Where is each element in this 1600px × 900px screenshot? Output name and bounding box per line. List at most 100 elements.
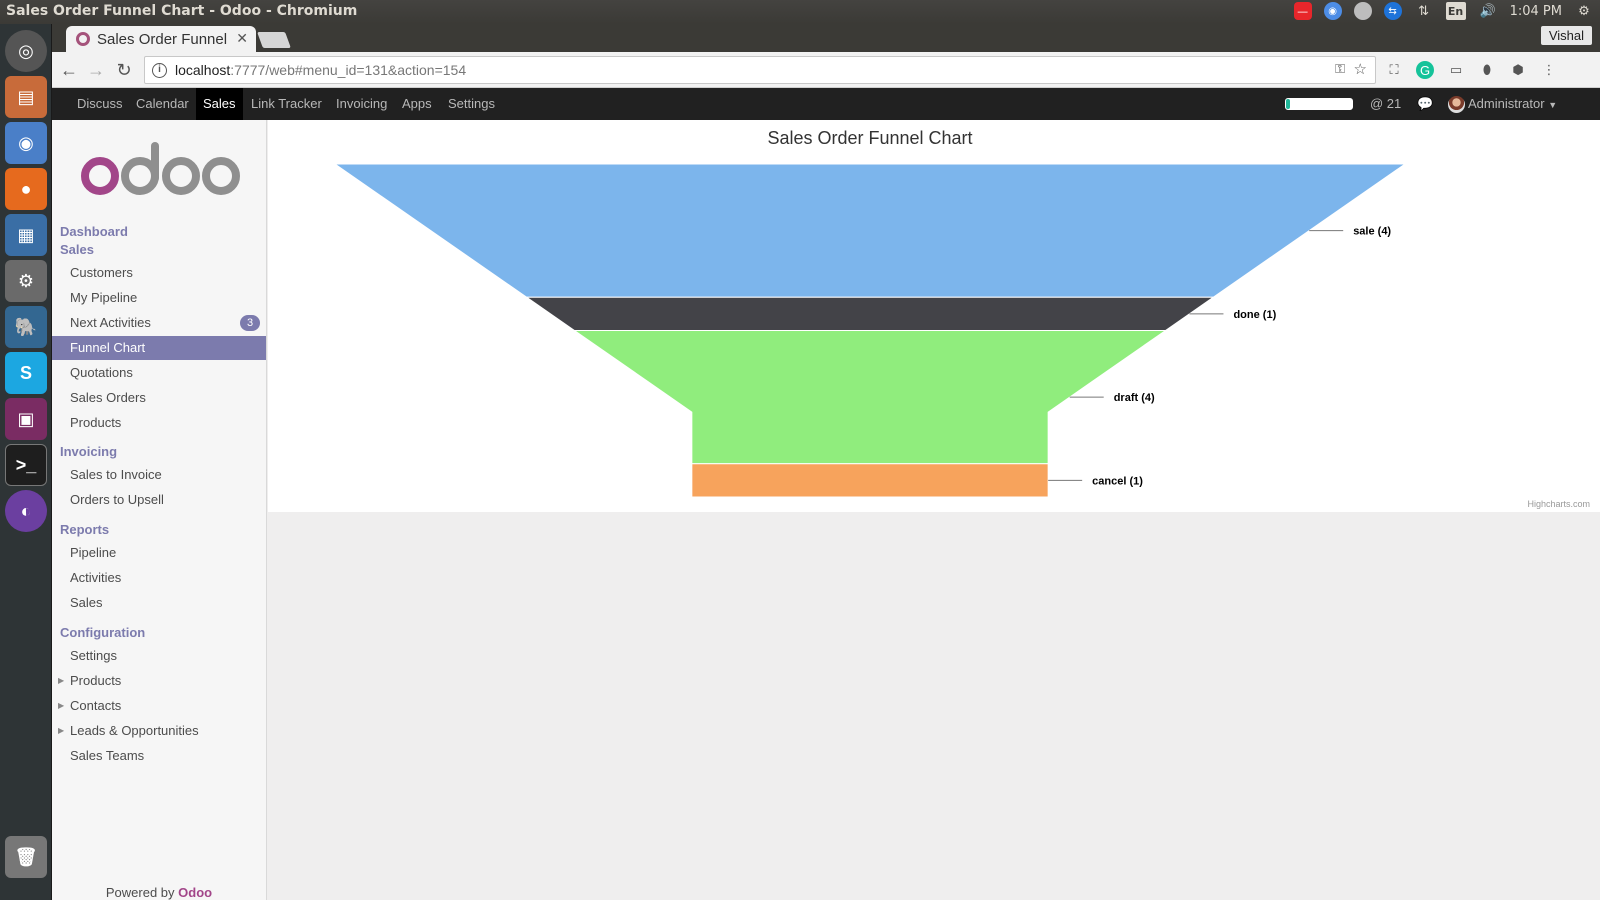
writer-icon[interactable]: ▦ <box>5 214 47 256</box>
powered-by-link[interactable]: Odoo <box>178 885 212 900</box>
keyboard-layout-icon[interactable]: En <box>1445 2 1466 20</box>
browser-tab[interactable]: Sales Order Funnel ✕ <box>66 26 256 52</box>
app-menu-settings[interactable]: Settings <box>441 88 502 120</box>
trash-icon[interactable]: 🗑 <box>5 836 47 878</box>
files-icon[interactable]: ▤ <box>5 76 47 118</box>
media-player-icon[interactable]: ▣ <box>5 398 47 440</box>
app-indicator-red-icon[interactable]: — <box>1293 2 1312 20</box>
url-host: localhost <box>175 62 231 78</box>
unity-launcher: ◎ ▤ ◉ ● ▦ ⚙ 🐘 S ▣ >_ ◐ 🗑 <box>0 24 52 900</box>
section-configuration[interactable]: Configuration <box>60 625 145 640</box>
system-settings-icon[interactable]: ⚙ <box>5 260 47 302</box>
sidebar-item-orders-to-upsell[interactable]: Orders to Upsell <box>52 488 266 512</box>
sidebar-item-label: Products <box>70 673 122 688</box>
os-top-panel: Sales Order Funnel Chart - Odoo - Chromi… <box>0 0 1600 24</box>
dash-home-icon[interactable]: ◎ <box>5 30 47 72</box>
sidebar-item-next-activities[interactable]: Next Activities 3 <box>52 311 266 335</box>
app-menu-sales[interactable]: Sales <box>196 88 243 120</box>
sidebar-item-report-sales[interactable]: Sales <box>52 591 266 615</box>
reload-icon[interactable]: ↻ <box>112 58 136 82</box>
system-tray: — ◉ ⇆ ⇅ En 🔊 1:04 PM ⚙ <box>1293 2 1594 20</box>
funnel-segment-cancel[interactable] <box>691 463 1049 498</box>
mentions-counter[interactable]: @ 21 <box>1370 88 1401 120</box>
sales-sidebar: odoo Dashboard Sales Customers My Pipeli… <box>52 120 267 900</box>
app-menu-apps[interactable]: Apps <box>395 88 439 120</box>
screenshot-extension-icon[interactable]: ⛶ <box>1385 61 1403 79</box>
section-invoicing[interactable]: Invoicing <box>60 444 117 459</box>
chrome-indicator-icon[interactable]: ◉ <box>1323 2 1342 20</box>
sidebar-item-quotations[interactable]: Quotations <box>52 361 266 385</box>
sidebar-item-config-settings[interactable]: Settings <box>52 644 266 668</box>
data-label-sale: sale (4) <box>1353 226 1391 238</box>
user-name: Administrator <box>1468 96 1545 111</box>
funnel-segment-done[interactable] <box>524 296 1216 331</box>
close-tab-icon[interactable]: ✕ <box>236 30 248 47</box>
count-badge: 3 <box>240 315 260 331</box>
funnel-chart: Sales Order Funnel Chart sale (4) done (1… <box>333 128 1590 509</box>
eclipse-icon[interactable]: ◐ <box>5 490 47 532</box>
sidebar-item-config-sales-teams[interactable]: Sales Teams <box>52 744 266 768</box>
shield-indicator-icon[interactable] <box>1353 2 1372 20</box>
caret-right-icon: ▶ <box>58 676 65 685</box>
section-dashboard[interactable]: Dashboard <box>60 224 128 239</box>
window-title: Sales Order Funnel Chart - Odoo - Chromi… <box>6 3 358 19</box>
sidebar-item-funnel-chart[interactable]: Funnel Chart <box>52 336 266 360</box>
sidebar-item-config-products[interactable]: ▶ Products <box>52 669 266 693</box>
clock[interactable]: 1:04 PM <box>1510 4 1562 19</box>
volume-icon[interactable]: 🔊 <box>1478 2 1498 20</box>
chromium-window: Sales Order Funnel ✕ Vishal ← → ↻ i loca… <box>52 24 1600 900</box>
passwords-key-icon[interactable]: ⚿ <box>1335 61 1345 77</box>
section-reports[interactable]: Reports <box>60 522 109 537</box>
planner-progress-bar[interactable] <box>1285 98 1353 110</box>
chromium-icon[interactable]: ◉ <box>5 122 47 164</box>
chart-credits[interactable]: Highcharts.com <box>1527 499 1590 509</box>
sidebar-item-my-pipeline[interactable]: My Pipeline <box>52 286 266 310</box>
data-label-draft: draft (4) <box>1114 392 1155 404</box>
tab-strip: Sales Order Funnel ✕ Vishal <box>52 24 1600 52</box>
app-menu-link-tracker[interactable]: Link Tracker <box>244 88 329 120</box>
browser-toolbar: ← → ↻ i localhost:7777/web#menu_id=131&a… <box>52 52 1600 88</box>
sidebar-item-report-activities[interactable]: Activities <box>52 566 266 590</box>
powered-by-footer: Powered by Odoo <box>52 885 266 900</box>
caret-down-icon: ▼ <box>1548 100 1558 110</box>
url-path: :7777/web#menu_id=131&action=154 <box>230 62 467 78</box>
profile-button[interactable]: Vishal <box>1540 26 1592 45</box>
terminal-icon[interactable]: >_ <box>5 444 47 486</box>
sidebar-item-products[interactable]: Products <box>52 411 266 435</box>
new-tab-button[interactable] <box>257 32 291 48</box>
sidebar-item-report-pipeline[interactable]: Pipeline <box>52 541 266 565</box>
sidebar-item-config-leads[interactable]: ▶ Leads & Opportunities <box>52 719 266 743</box>
cast-icon[interactable]: ▭ <box>1447 61 1465 79</box>
app-menu-discuss[interactable]: Discuss <box>70 88 130 120</box>
skype-icon[interactable]: S <box>5 352 47 394</box>
gear-icon[interactable]: ⚙ <box>1574 2 1594 20</box>
data-label-done: done (1) <box>1233 309 1276 321</box>
grammarly-icon[interactable]: G <box>1416 61 1434 79</box>
caret-right-icon: ▶ <box>58 701 65 710</box>
bookmark-star-icon[interactable]: ☆ <box>1354 60 1367 78</box>
firefox-icon[interactable]: ● <box>5 168 47 210</box>
extension-shield-icon[interactable]: ⬮ <box>1478 61 1496 79</box>
forward-arrow-icon[interactable]: → <box>84 58 108 82</box>
back-arrow-icon[interactable]: ← <box>57 58 81 82</box>
chat-bubbles-icon[interactable]: 💬 <box>1417 88 1433 120</box>
sidebar-item-customers[interactable]: Customers <box>52 261 266 285</box>
extension-cube-icon[interactable]: ⬢ <box>1509 61 1527 79</box>
section-sales[interactable]: Sales <box>60 242 94 257</box>
app-menu-invoicing[interactable]: Invoicing <box>329 88 394 120</box>
odoo-webclient: Discuss Calendar Sales Link Tracker Invo… <box>52 88 1600 900</box>
network-icon[interactable]: ⇅ <box>1414 2 1434 20</box>
funnel-segment-sale[interactable] <box>333 163 1407 298</box>
app-menu-calendar[interactable]: Calendar <box>129 88 196 120</box>
browser-menu-icon[interactable]: ⋮ <box>1540 61 1558 79</box>
address-bar[interactable]: i localhost:7777/web#menu_id=131&action=… <box>144 56 1376 84</box>
sidebar-item-sales-to-invoice[interactable]: Sales to Invoice <box>52 463 266 487</box>
teamviewer-icon[interactable]: ⇆ <box>1383 2 1402 20</box>
sidebar-item-config-contacts[interactable]: ▶ Contacts <box>52 694 266 718</box>
user-menu[interactable]: Administrator ▼ <box>1448 88 1557 120</box>
site-info-icon[interactable]: i <box>152 62 167 78</box>
caret-right-icon: ▶ <box>58 726 65 735</box>
pgadmin-icon[interactable]: 🐘 <box>5 306 47 348</box>
sidebar-item-sales-orders[interactable]: Sales Orders <box>52 386 266 410</box>
sidebar-item-label: Leads & Opportunities <box>70 723 199 738</box>
